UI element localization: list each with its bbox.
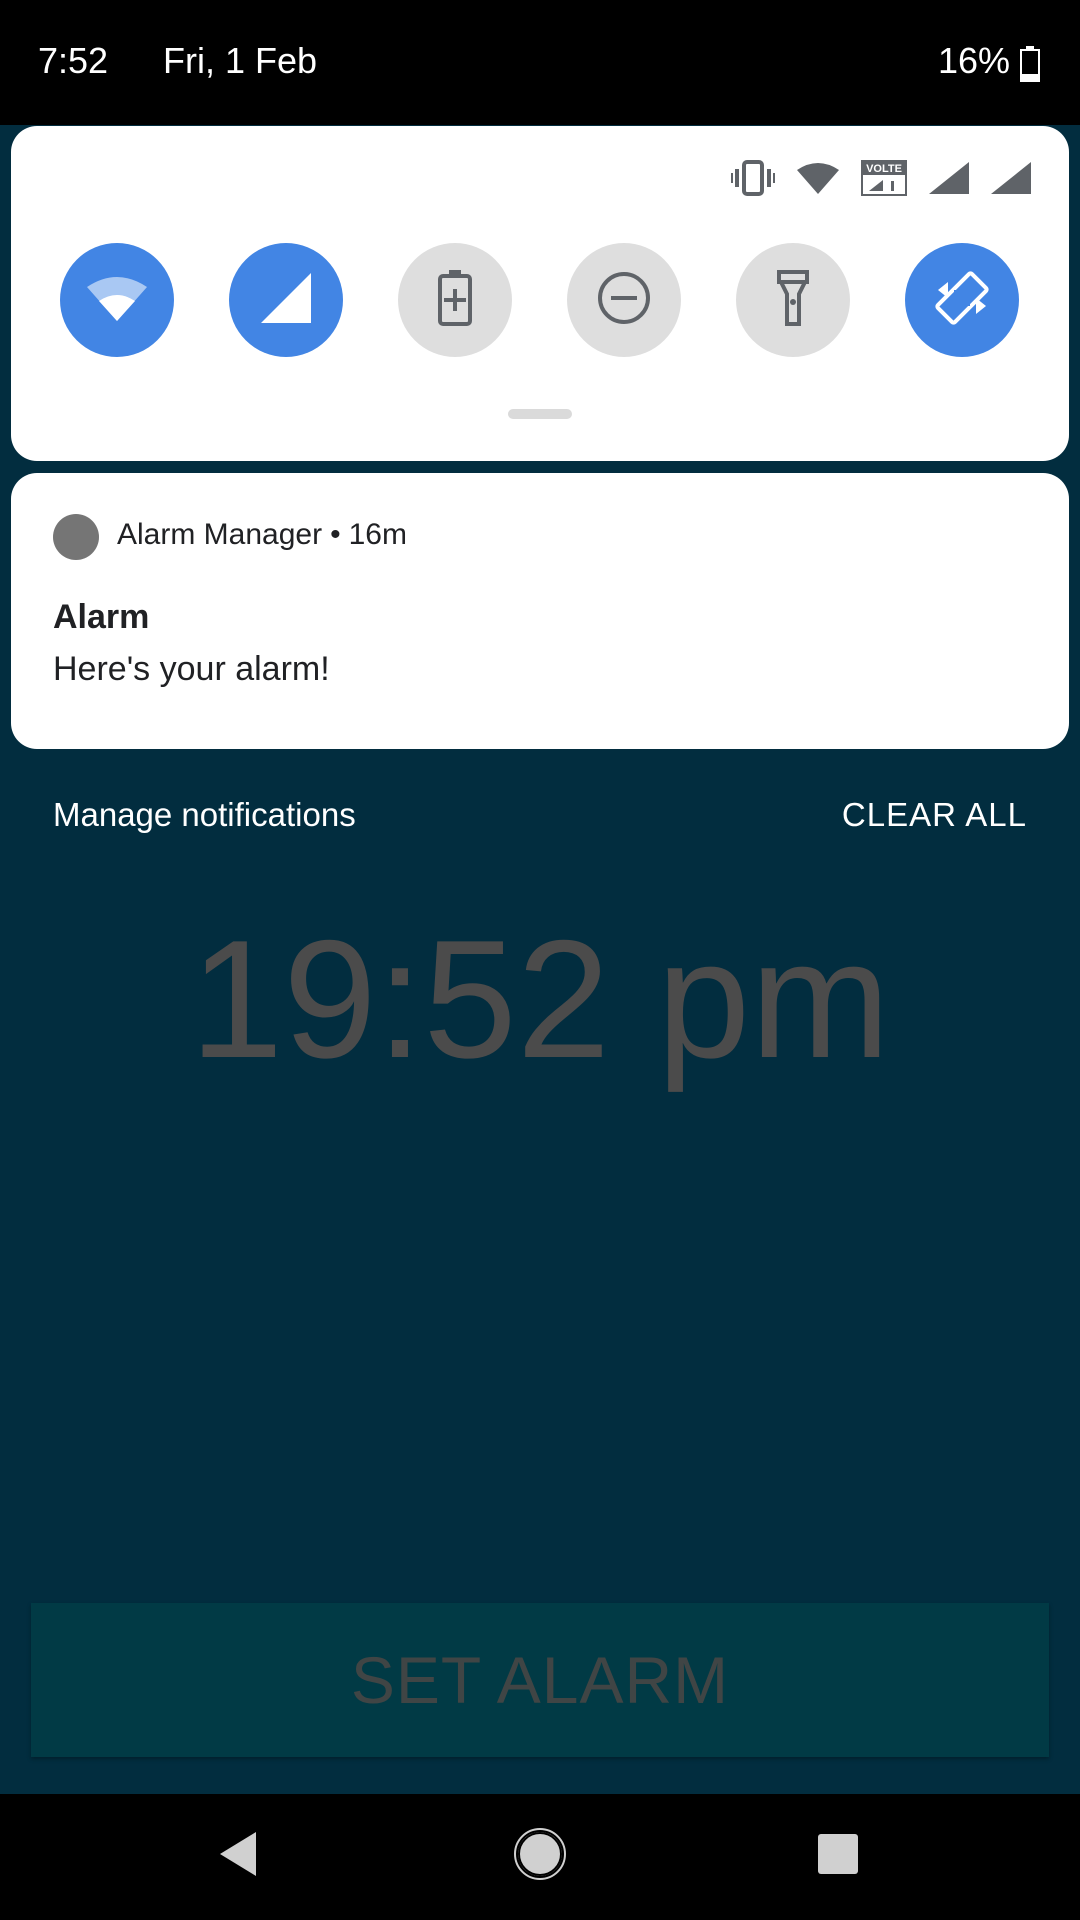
- wifi-tile[interactable]: [60, 243, 174, 357]
- flashlight-icon: [777, 269, 809, 331]
- do-not-disturb-tile[interactable]: [567, 243, 681, 357]
- mobile-data-icon: [259, 271, 313, 330]
- battery-icon: [1020, 46, 1040, 82]
- vibrate-icon: [731, 160, 775, 196]
- battery-saver-tile[interactable]: [398, 243, 512, 357]
- status-bar: 7:52 Fri, 1 Feb 16%: [0, 0, 1080, 125]
- wifi-icon: [797, 162, 839, 194]
- signal-icon: [929, 162, 969, 194]
- wifi-icon: [87, 275, 147, 326]
- set-alarm-button[interactable]: SET ALARM: [31, 1603, 1049, 1757]
- app-icon: [53, 514, 99, 560]
- alarm-time-display: 19:52 pm: [189, 905, 891, 1093]
- notification-card[interactable]: Alarm Manager • 16m Alarm Here's your alar…: [11, 473, 1069, 749]
- back-icon: [216, 1830, 260, 1883]
- status-time: 7:52: [38, 40, 109, 81]
- notification-time: 16m: [348, 518, 407, 551]
- notification-text: Here's your alarm!: [53, 650, 330, 688]
- home-icon: [514, 1827, 566, 1885]
- flashlight-tile[interactable]: [736, 243, 850, 357]
- auto-rotate-icon: [932, 268, 992, 333]
- notification-title: Alarm: [53, 598, 150, 636]
- notification-header: Alarm Manager • 16m: [117, 518, 407, 552]
- signal-icon: [991, 162, 1031, 194]
- back-button[interactable]: [206, 1824, 270, 1888]
- quick-settings-tiles: [60, 243, 1020, 357]
- home-button[interactable]: [508, 1824, 572, 1888]
- status-date: Fri, 1 Feb: [163, 40, 318, 81]
- volte-icon: VOLTE: [861, 160, 907, 196]
- qs-status-icons: VOLTE: [731, 156, 1031, 200]
- manage-notifications-button[interactable]: Manage notifications: [53, 796, 356, 834]
- qs-drag-handle[interactable]: [508, 409, 572, 419]
- recents-button[interactable]: [806, 1824, 870, 1888]
- volte-label: VOLTE: [866, 163, 902, 175]
- do-not-disturb-icon: [597, 271, 651, 330]
- battery-saver-icon: [437, 269, 473, 331]
- clear-all-button[interactable]: CLEAR ALL: [842, 796, 1027, 834]
- notification-app-name: Alarm Manager: [117, 518, 323, 551]
- navigation-bar: [0, 1794, 1080, 1920]
- quick-settings-panel: VOLTE: [11, 126, 1069, 461]
- notification-separator: •: [330, 518, 341, 551]
- auto-rotate-tile[interactable]: [905, 243, 1019, 357]
- mobile-data-tile[interactable]: [229, 243, 343, 357]
- recents-icon: [817, 1833, 859, 1880]
- battery-percent: 16%: [937, 40, 1010, 81]
